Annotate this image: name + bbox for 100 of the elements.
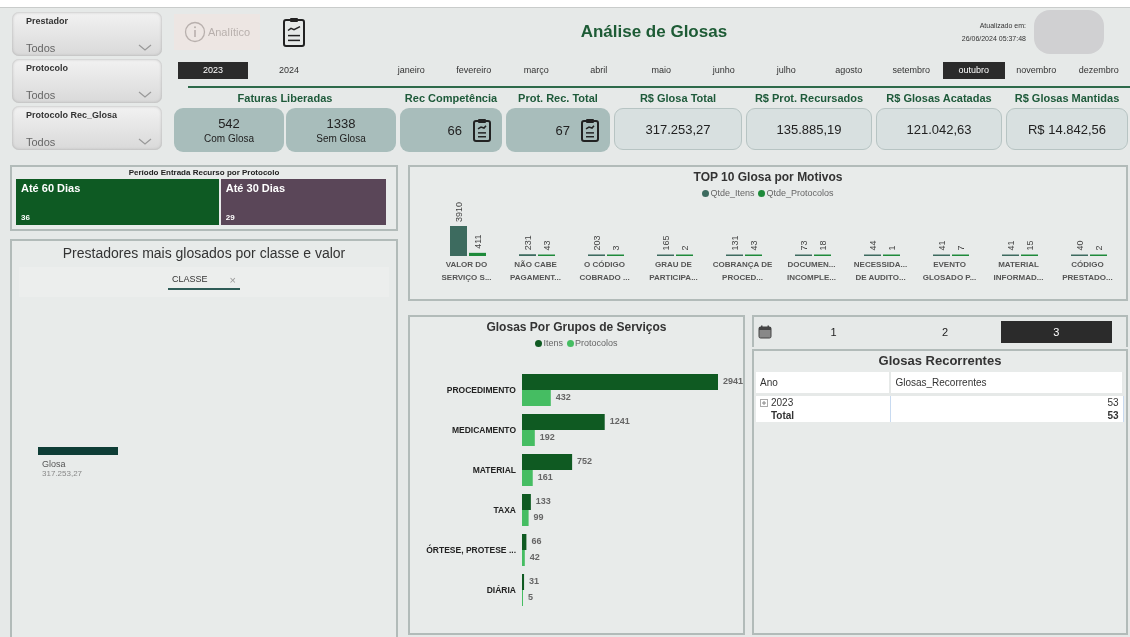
year-button[interactable]: 2024 [254,61,324,79]
month-button[interactable]: fevereiro [442,61,505,79]
month-button[interactable]: setembro [880,61,943,79]
data-label: 66 [531,536,542,546]
axis-label: ÓRTESE, PROTESE ... [426,545,516,555]
page-button[interactable]: 3 [1000,321,1112,343]
data-label: 2941 [723,376,743,386]
chevron-down-icon [138,138,152,146]
dropdown-filter[interactable]: Protocolo Todos [12,59,162,103]
kpi-label: Com Glosa [204,133,254,144]
table-cell: 2023 [771,397,794,408]
month-button[interactable]: abril [567,61,630,79]
data-label: 99 [533,512,544,522]
axis-label: COBRANÇA DE PROCED... [711,259,774,284]
month-button[interactable]: outubro [942,61,1005,79]
kpi-title: R$ Prot. Recursados [753,92,865,106]
panel-title: Prestadores mais glosados por classe e valor [62,245,346,261]
legend-dot [567,339,574,347]
month-button[interactable]: julho [755,61,818,79]
month-button[interactable]: novembro [1005,61,1068,79]
column-header[interactable]: Glosas_Recorrentes [890,372,1123,395]
bar [522,494,531,510]
data-label: 43 [541,240,552,251]
kpi-value: 66 [447,122,462,138]
tree-node-bar[interactable] [38,447,118,455]
month-button[interactable]: dezembro [1067,61,1130,79]
treemap-tile[interactable]: Até 30 Dias 29 [220,179,386,225]
page-button[interactable]: 1 [778,321,890,343]
tile-value: 29 [225,213,236,222]
table-cell: 53 [890,409,1123,422]
page-button[interactable]: 2 [889,321,1001,343]
month-button[interactable]: janeiro [380,61,443,79]
filter-label: Protocolo Rec_Glosa [26,110,118,120]
dropdown-filter[interactable]: Protocolo Rec_Glosa Todos [12,106,162,150]
node-label: Glosa [42,459,67,469]
legend-label: Protocolos [575,338,618,348]
data-label: 5 [528,592,533,602]
legend-dot [535,339,543,347]
calendar-icon [758,325,772,339]
clipboard-chart-icon[interactable] [282,17,306,47]
data-label: 1241 [609,416,630,426]
data-label: 3 [610,245,621,251]
axis-label: PROCEDIMENTO [446,385,516,395]
axis-label: TAXA [493,505,516,515]
data-label: 15 [1024,240,1035,251]
data-label: 131 [729,235,740,251]
filter-value: Todos [26,89,56,101]
month-button[interactable]: junho [692,61,755,79]
level-label: CLASSE [172,274,208,286]
chevron-down-icon [138,44,152,52]
data-label: 2 [1093,245,1104,251]
axis-label: EVENTO GLOSADO P... [921,259,978,284]
level-tab[interactable]: CLASSE × [168,274,240,290]
kpi-value: 542 [218,116,240,131]
column-header[interactable]: Ano [756,372,891,395]
axis-label: MEDICAMENTO [451,425,516,435]
data-label: 18 [817,240,828,251]
data-label: 43 [748,240,759,251]
chart-title: TOP 10 Glosa por Motivos [693,170,843,184]
axis-label: DOCUMEN... INCOMPLE... [786,259,837,284]
panel-title: Período Entrada Recurso por Protocolo [127,168,281,177]
data-label: 44 [867,240,878,251]
filter-label: Prestador [26,16,69,26]
axis-label: CÓDIGO PRESTADO... [1061,259,1114,284]
legend-label: Itens [543,338,563,348]
data-label: 203 [591,235,602,251]
year-button[interactable]: 2023 [178,61,248,79]
kpi-title: Prot. Rec. Total [517,92,599,106]
kpi-value: 67 [555,122,570,138]
data-label: 752 [577,456,593,466]
month-button[interactable]: maio [630,61,693,79]
filter-value: Todos [26,42,56,54]
data-label: 41 [1005,240,1016,251]
dropdown-filter[interactable]: Prestador Todos [12,12,162,56]
kpi-value: 317.253,27 [645,121,711,137]
table-title: Glosas Recorrentes [877,353,1003,368]
axis-label: NECESSIDA... DE AUDITO... [852,259,909,284]
clipboard-chart-icon[interactable] [472,118,492,142]
legend-dot [702,189,710,197]
table-cell: Total [756,409,891,422]
filter-value: Todos [26,136,56,148]
kpi-value: 135.885,19 [776,121,842,137]
data-label: 432 [555,392,571,402]
data-label: 165 [660,235,671,251]
axis-label: MATERIAL [472,465,516,475]
kpi-title: R$ Glosa Total [638,92,718,106]
data-label: 2 [679,245,690,251]
tile-value: 36 [21,213,31,222]
data-label: 3910 [453,201,464,222]
month-button[interactable]: março [505,61,568,79]
clipboard-chart-icon[interactable] [580,118,600,142]
treemap-tile[interactable]: Até 60 Dias 36 [16,179,219,225]
kpi-label: Sem Glosa [316,133,366,144]
axis-label: MATERIAL INFORMAD... [992,259,1045,284]
data-label: 192 [539,432,555,442]
legend-label: Qtde_Itens [710,188,755,198]
kpi-title: Faturas Liberadas [236,92,334,106]
axis-label: O CÓDIGO COBRADO ... [578,259,631,284]
month-button[interactable]: agosto [817,61,880,79]
tile-label: Até 30 Dias [225,182,287,194]
